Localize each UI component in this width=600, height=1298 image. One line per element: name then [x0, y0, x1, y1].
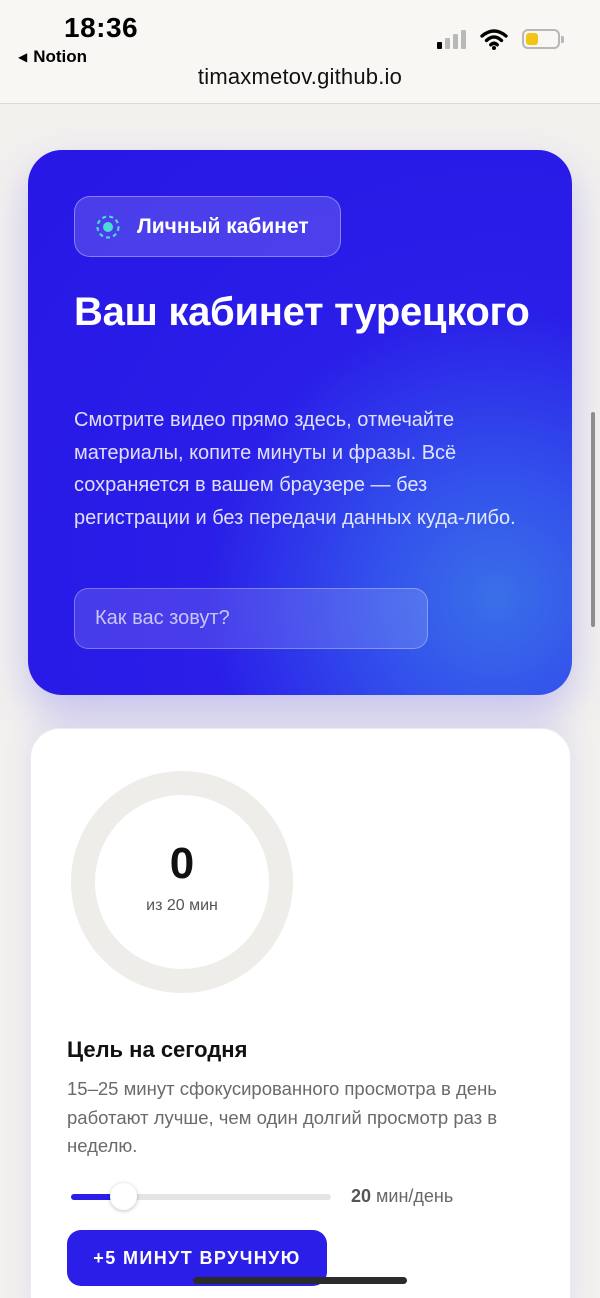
badge-label: Личный кабинет — [137, 214, 309, 238]
daily-goal-card: 0 из 20 мин Цель на сегодня 15–25 минут … — [30, 728, 571, 1298]
browser-top-bar: 18:36 ◀ Notion timaxmetov.github.io — [0, 0, 600, 104]
slider-value: 20 — [351, 1186, 372, 1206]
minutes-goal-label: из 20 мин — [146, 897, 218, 914]
url-bar[interactable]: timaxmetov.github.io — [0, 64, 600, 90]
scrollbar[interactable] — [591, 412, 595, 627]
home-indicator — [193, 1277, 407, 1284]
goal-description: 15–25 минут сфокусированного просмотра в… — [67, 1078, 498, 1156]
name-input[interactable] — [74, 588, 428, 649]
battery-icon — [522, 29, 564, 49]
goal-title: Цель на сегодня — [67, 1037, 248, 1062]
status-icons — [437, 28, 564, 50]
dashed-circle-icon — [95, 214, 121, 240]
battery-level — [526, 33, 538, 45]
slider-readout: 20 мин/день — [351, 1186, 453, 1207]
hero-description: Смотрите видео прямо здесь, отмечайте ма… — [74, 409, 516, 529]
wifi-icon — [480, 29, 508, 50]
cellular-signal-icon — [437, 29, 466, 49]
page-title: Ваш кабинет турецкого — [74, 290, 530, 334]
minutes-value: 0 — [169, 839, 195, 888]
slider-unit: мин/день — [376, 1186, 454, 1206]
back-triangle-icon: ◀ — [18, 50, 28, 64]
minutes-progress-ring: 0 из 20 мин — [71, 771, 293, 993]
daily-minutes-slider[interactable] — [71, 1183, 331, 1210]
status-time: 18:36 — [64, 12, 139, 43]
personal-cabinet-badge: Личный кабинет — [74, 196, 341, 257]
hero-card: Личный кабинет Ваш кабинет турецкого Смо… — [28, 150, 572, 695]
slider-thumb[interactable] — [110, 1183, 137, 1210]
